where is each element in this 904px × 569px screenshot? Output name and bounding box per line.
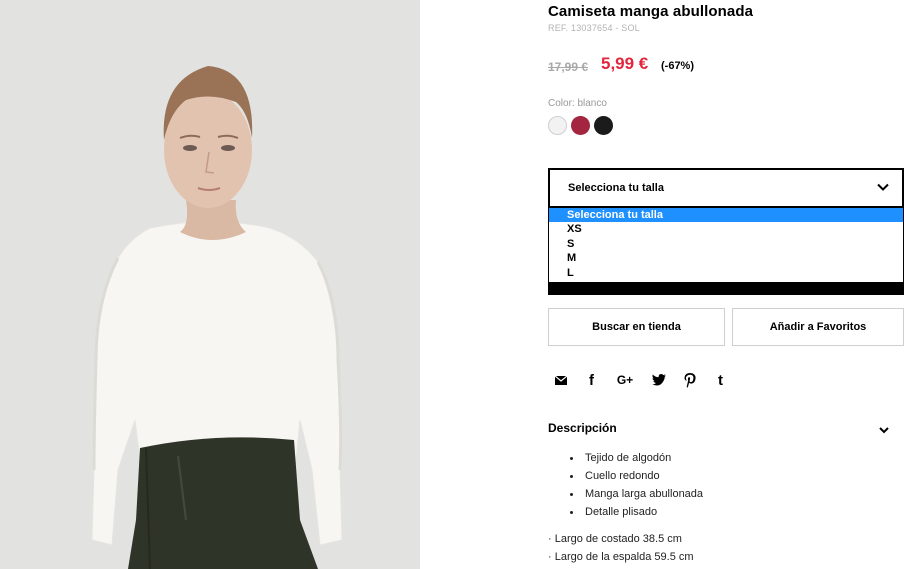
product-reference: REF. 13037654 - SOL xyxy=(548,23,640,33)
measurement-back-length: · Largo de la espalda 59.5 cm xyxy=(548,551,694,563)
chevron-down-icon xyxy=(877,183,889,191)
color-swatch-blanco[interactable] xyxy=(548,116,567,135)
color-swatches xyxy=(548,116,613,135)
size-select-value: Selecciona tu talla xyxy=(568,182,664,194)
list-item: Cuello redondo xyxy=(570,467,703,485)
chevron-down-icon[interactable] xyxy=(878,424,890,436)
measurement-side-length: · Largo de costado 38.5 cm xyxy=(548,533,682,545)
dropdown-bottom-bar xyxy=(548,282,904,295)
size-select[interactable]: Selecciona tu talla xyxy=(548,168,904,208)
google-plus-icon[interactable]: G+ xyxy=(615,371,635,389)
size-option-l[interactable]: L xyxy=(549,266,903,280)
size-dropdown-list: Selecciona tu talla XS S M L xyxy=(548,208,904,295)
size-option-placeholder[interactable]: Selecciona tu talla xyxy=(549,208,903,223)
list-item: Manga larga abullonada xyxy=(570,485,703,503)
add-to-favorites-button[interactable]: Añadir a Favoritos xyxy=(732,308,904,346)
measurements: · Largo de costado 38.5 cm · Largo de la… xyxy=(548,530,694,566)
list-item: Detalle plisado xyxy=(570,503,703,521)
original-price: 17,99 € xyxy=(548,60,589,74)
size-option-m[interactable]: M xyxy=(549,251,903,265)
size-option-xs[interactable]: XS xyxy=(549,222,903,236)
list-item: Tejido de algodón xyxy=(570,449,703,467)
find-in-store-button[interactable]: Buscar en tienda xyxy=(548,308,725,346)
twitter-icon[interactable] xyxy=(651,371,666,389)
color-swatch-negro[interactable] xyxy=(594,116,613,135)
description-list: Tejido de algodón Cuello redondo Manga l… xyxy=(570,449,703,521)
facebook-icon[interactable]: f xyxy=(584,371,599,389)
description-heading[interactable]: Descripción xyxy=(548,421,617,435)
sale-price: 5,99 € xyxy=(601,54,649,73)
tumblr-icon[interactable]: t xyxy=(713,371,728,389)
product-title: Camiseta manga abullonada xyxy=(548,3,754,20)
size-option-s[interactable]: S xyxy=(549,237,903,251)
share-bar: f G+ t xyxy=(553,371,744,389)
mail-icon[interactable] xyxy=(553,371,568,389)
pinterest-icon[interactable] xyxy=(682,371,697,389)
product-image[interactable] xyxy=(0,0,420,569)
color-swatch-granate[interactable] xyxy=(571,116,590,135)
color-label: Color: blanco xyxy=(548,98,607,109)
discount-badge: (-67%) xyxy=(661,60,695,72)
